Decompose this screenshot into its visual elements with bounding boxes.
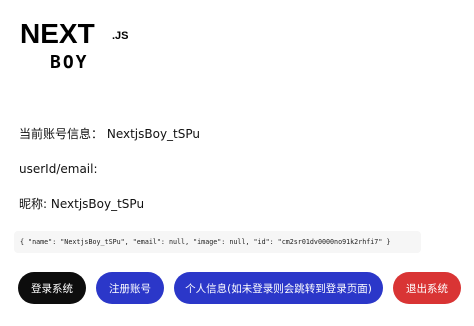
- account-info-value: NextjsBoy_tSPu: [106, 127, 201, 141]
- nextjs-boy-logo: NEXT .JS BOY: [20, 18, 135, 74]
- session-json-block: { "name": "NextjsBoy_tSPu", "email": nul…: [14, 231, 421, 253]
- login-button[interactable]: 登录系统: [18, 272, 86, 304]
- logo-main-text: NEXT: [20, 18, 95, 49]
- account-info-line: 当前账号信息： NextjsBoy_tSPu: [19, 126, 200, 142]
- user-id-label: userId/email:: [19, 162, 98, 176]
- account-info-label: 当前账号信息：: [19, 127, 104, 141]
- nickname-value: NextjsBoy_tSPu: [50, 197, 145, 211]
- logo-sub-text: BOY: [50, 52, 89, 73]
- nickname-line: 昵称: NextjsBoy_tSPu: [19, 196, 144, 212]
- session-json-text: { "name": "NextjsBoy_tSPu", "email": nul…: [20, 238, 391, 246]
- register-button[interactable]: 注册账号: [96, 272, 164, 304]
- profile-button[interactable]: 个人信息(如未登录则会跳转到登录页面): [174, 272, 383, 304]
- user-id-line: userId/email:: [19, 161, 98, 177]
- nickname-label: 昵称:: [19, 197, 48, 211]
- logout-button[interactable]: 退出系统: [393, 272, 461, 304]
- logo-suffix-text: .JS: [112, 30, 129, 42]
